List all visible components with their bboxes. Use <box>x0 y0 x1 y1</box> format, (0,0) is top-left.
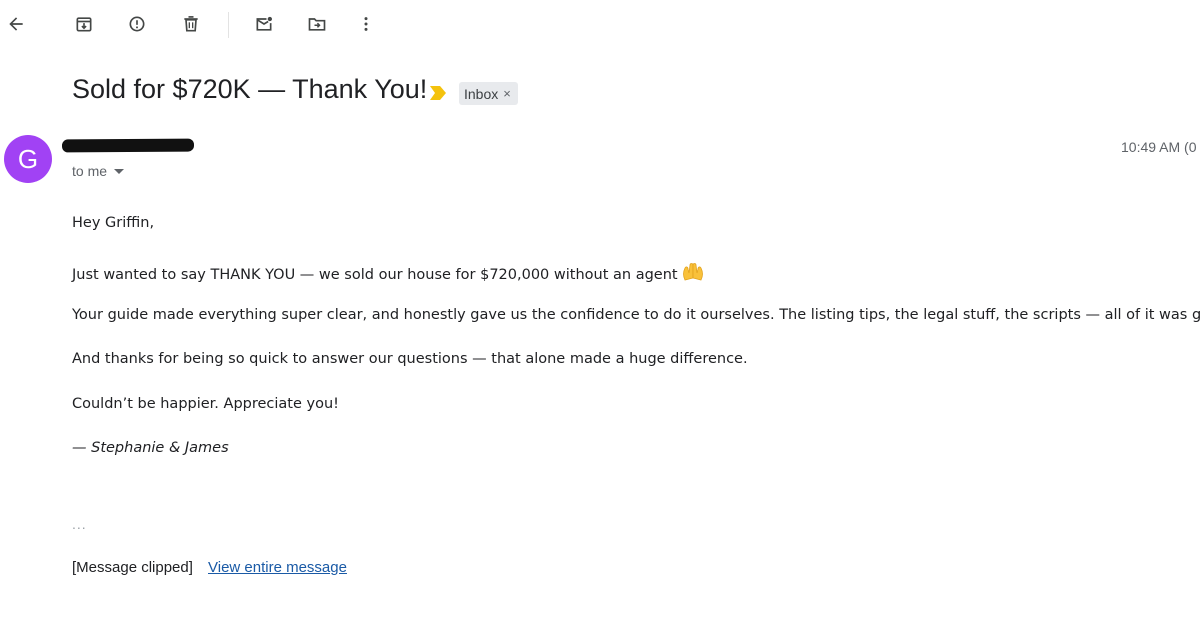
more-vert-icon[interactable] <box>350 8 382 40</box>
remove-label-icon[interactable]: × <box>503 86 511 101</box>
sender-avatar[interactable]: G <box>4 135 52 183</box>
body-greeting: Hey Griffin, <box>72 215 155 231</box>
inbox-label-chip: Inbox × <box>459 82 518 105</box>
importance-marker-icon[interactable] <box>430 86 446 100</box>
report-spam-icon[interactable] <box>121 8 153 40</box>
inbox-label-text: Inbox <box>464 85 499 102</box>
mark-unread-icon[interactable] <box>248 8 280 40</box>
raising-hands-icon <box>682 263 703 281</box>
body-paragraph-1-text: Just wanted to say THANK YOU — we sold o… <box>72 267 678 283</box>
body-paragraph-3: And thanks for being so quick to answer … <box>72 351 748 367</box>
chevron-down-icon[interactable] <box>114 168 125 174</box>
recipient-label: to me <box>72 163 108 179</box>
toolbar-divider <box>228 12 229 38</box>
back-arrow-icon[interactable] <box>0 8 32 40</box>
email-subject: Sold for $720K — Thank You! <box>72 74 428 104</box>
message-clipped-notice: [Message clipped] <box>72 559 193 576</box>
body-paragraph-2: Your guide made everything super clear, … <box>72 307 1200 323</box>
body-paragraph-1: Just wanted to say THANK YOU — we sold o… <box>72 262 704 283</box>
delete-icon[interactable] <box>175 8 207 40</box>
body-signature: — Stephanie & James <box>72 440 229 456</box>
redacted-sender-name <box>61 138 195 153</box>
trimmed-content-ellipsis[interactable]: ... <box>72 516 87 532</box>
recipient-details-toggle[interactable]: to me <box>72 163 125 179</box>
archive-icon[interactable] <box>68 8 100 40</box>
body-paragraph-4: Couldn’t be happier. Appreciate you! <box>72 396 339 412</box>
move-to-icon[interactable] <box>301 8 333 40</box>
email-timestamp: 10:49 AM (0 <box>1121 139 1197 155</box>
view-entire-message-link[interactable]: View entire message <box>208 559 347 576</box>
